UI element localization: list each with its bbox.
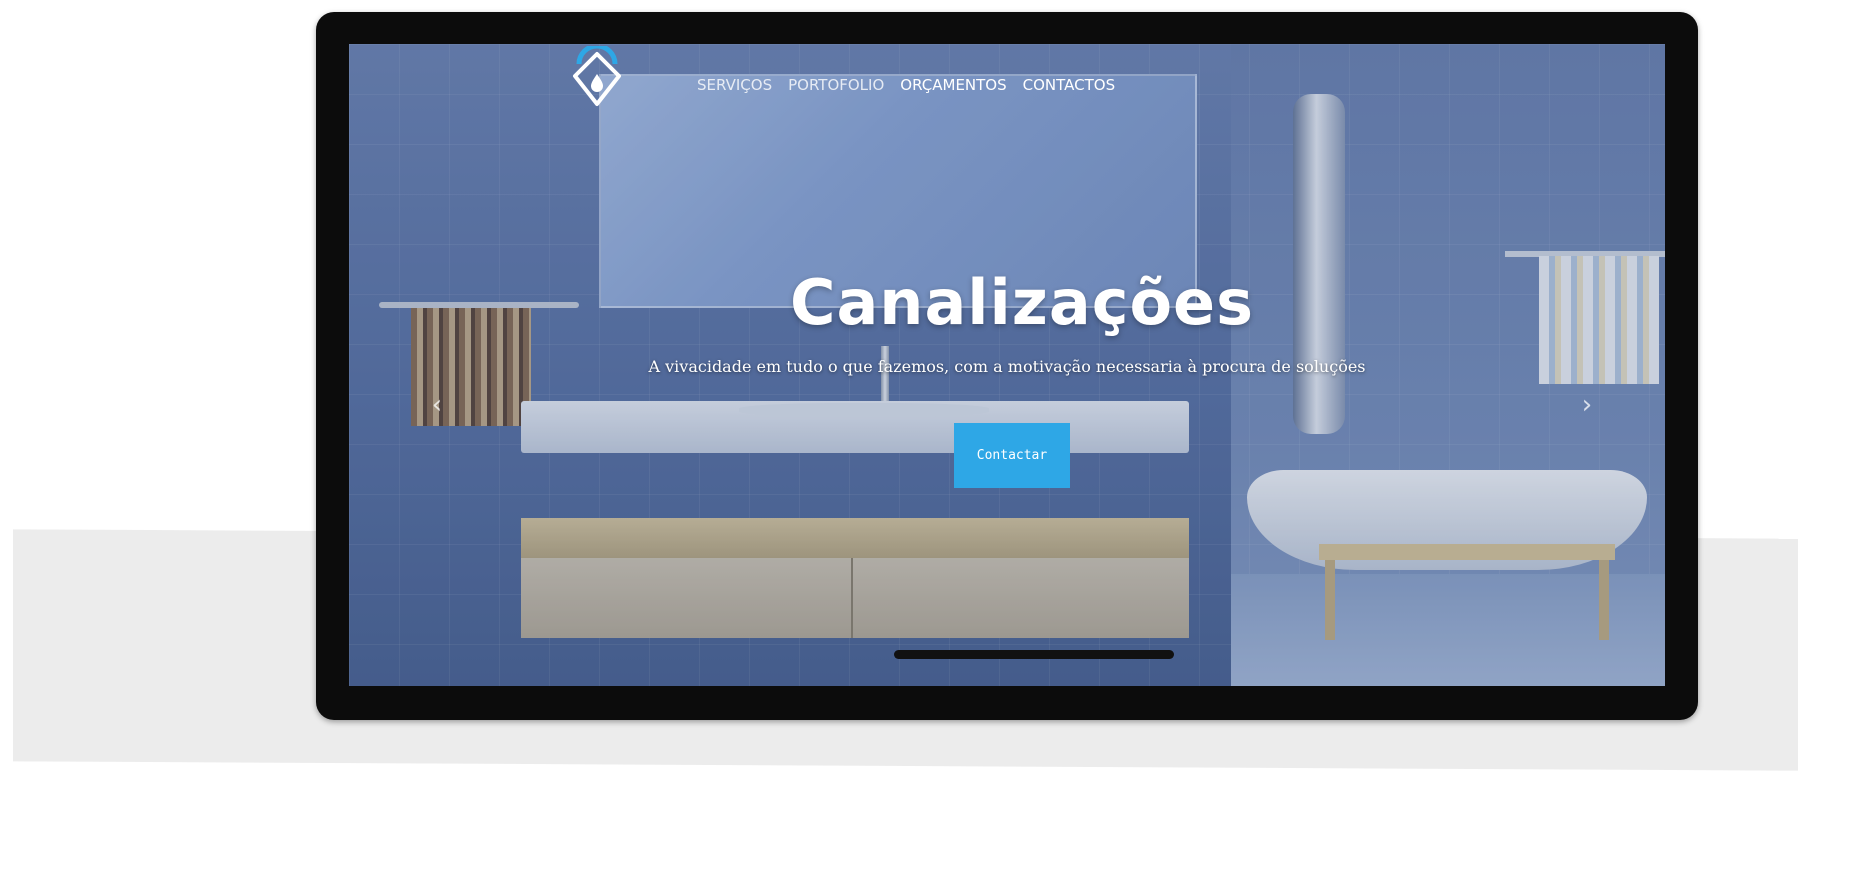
hero-subtitle: A vivacidade em tudo o que fazemos, com … [648, 357, 1366, 376]
nav-item-contactos[interactable]: CONTACTOS [1023, 76, 1115, 94]
main-navigation: SERVIÇOS PORTOFOLIO ORÇAMENTOS CONTACTOS [697, 76, 1115, 94]
hero-title: Canalizações [789, 266, 1255, 339]
house-drop-logo-icon[interactable] [571, 44, 623, 110]
carousel-indicator[interactable] [894, 650, 1174, 659]
nav-item-orcamentos[interactable]: ORÇAMENTOS [900, 76, 1006, 94]
nav-item-servicos[interactable]: SERVIÇOS [697, 76, 772, 94]
contactar-button[interactable]: Contactar [954, 423, 1070, 488]
chevron-left-icon[interactable]: ‹ [425, 390, 449, 420]
website-screen: SERVIÇOS PORTOFOLIO ORÇAMENTOS CONTACTOS… [349, 44, 1665, 686]
monitor-frame: SERVIÇOS PORTOFOLIO ORÇAMENTOS CONTACTOS… [316, 12, 1698, 720]
nav-item-portofolio[interactable]: PORTOFOLIO [788, 76, 884, 94]
chevron-right-icon[interactable]: › [1575, 390, 1599, 420]
